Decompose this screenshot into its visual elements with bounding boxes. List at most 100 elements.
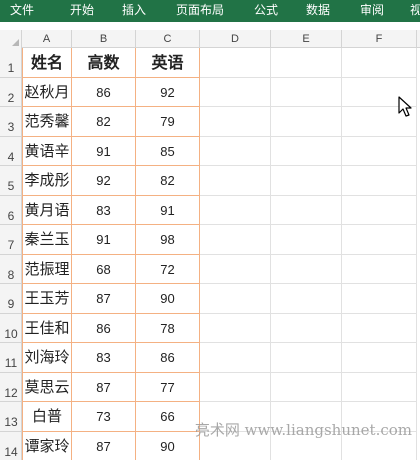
cell-a4[interactable]: 黄语辛	[22, 136, 72, 166]
cell-e10[interactable]	[271, 313, 342, 343]
ribbon-tab[interactable]: 开始	[70, 0, 94, 22]
select-all-corner[interactable]	[0, 30, 22, 48]
cell-f11[interactable]	[342, 343, 417, 373]
ribbon-tab[interactable]: 公式	[254, 0, 278, 22]
cell-e4[interactable]	[271, 136, 342, 166]
cell-c6[interactable]: 91	[136, 195, 200, 225]
cell-c13[interactable]: 66	[136, 402, 200, 432]
row-header-1[interactable]: 1	[0, 48, 22, 78]
row-header-8[interactable]: 8	[0, 255, 22, 284]
row-header-2[interactable]: 2	[0, 78, 22, 107]
cell-c2[interactable]: 92	[136, 77, 200, 107]
cell-d10[interactable]	[200, 313, 271, 343]
cell-a3[interactable]: 范秀馨	[22, 107, 72, 137]
cell-a5[interactable]: 李成彤	[22, 166, 72, 196]
cell-a14[interactable]: 谭家玲	[22, 431, 72, 460]
cell-f5[interactable]	[342, 166, 417, 196]
cell-a8[interactable]: 范振理	[22, 254, 72, 284]
cell-c5[interactable]: 82	[136, 166, 200, 196]
cell-d6[interactable]	[200, 195, 271, 225]
cell-d1[interactable]	[200, 48, 271, 78]
cell-f7[interactable]	[342, 225, 417, 255]
cell-d11[interactable]	[200, 343, 271, 373]
cell-c11[interactable]: 86	[136, 343, 200, 373]
cell-a2[interactable]: 赵秋月	[22, 77, 72, 107]
cell-c8[interactable]: 72	[136, 254, 200, 284]
cell-d9[interactable]	[200, 284, 271, 314]
column-header-b[interactable]: B	[72, 30, 136, 48]
ribbon-tab[interactable]: 视	[410, 0, 420, 22]
column-header-e[interactable]: E	[271, 30, 342, 48]
cell-f1[interactable]	[342, 48, 417, 78]
column-header-f[interactable]: F	[342, 30, 417, 48]
cell-e9[interactable]	[271, 284, 342, 314]
cell-b5[interactable]: 92	[72, 166, 136, 196]
cell-c3[interactable]: 79	[136, 107, 200, 137]
cell-d7[interactable]	[200, 225, 271, 255]
cell-d4[interactable]	[200, 136, 271, 166]
ribbon-tab[interactable]: 插入	[122, 0, 146, 22]
cell-f6[interactable]	[342, 195, 417, 225]
cell-b12[interactable]: 87	[72, 372, 136, 402]
row-header-4[interactable]: 4	[0, 137, 22, 166]
cell-e7[interactable]	[271, 225, 342, 255]
cell-b4[interactable]: 91	[72, 136, 136, 166]
ribbon-tab[interactable]: 文件	[10, 0, 34, 22]
column-header-a[interactable]: A	[22, 30, 72, 48]
cell-a1[interactable]: 姓名	[22, 48, 72, 78]
cell-c10[interactable]: 78	[136, 313, 200, 343]
cell-b9[interactable]: 87	[72, 284, 136, 314]
cell-c12[interactable]: 77	[136, 372, 200, 402]
cell-b2[interactable]: 86	[72, 77, 136, 107]
cell-f4[interactable]	[342, 136, 417, 166]
cell-c7[interactable]: 98	[136, 225, 200, 255]
cell-c4[interactable]: 85	[136, 136, 200, 166]
cell-e6[interactable]	[271, 195, 342, 225]
column-header-d[interactable]: D	[200, 30, 271, 48]
cell-c14[interactable]: 90	[136, 431, 200, 460]
cell-c1[interactable]: 英语	[136, 48, 200, 78]
cell-b8[interactable]: 68	[72, 254, 136, 284]
ribbon-tab[interactable]: 页面布局	[176, 0, 224, 22]
cell-f9[interactable]	[342, 284, 417, 314]
column-header-c[interactable]: C	[136, 30, 200, 48]
cell-f10[interactable]	[342, 313, 417, 343]
row-header-3[interactable]: 3	[0, 107, 22, 137]
cell-d2[interactable]	[200, 77, 271, 107]
cell-f8[interactable]	[342, 254, 417, 284]
row-header-5[interactable]: 5	[0, 166, 22, 196]
cell-a10[interactable]: 王佳和	[22, 313, 72, 343]
cell-f12[interactable]	[342, 372, 417, 402]
cell-b3[interactable]: 82	[72, 107, 136, 137]
cell-e8[interactable]	[271, 254, 342, 284]
row-header-10[interactable]: 10	[0, 314, 22, 343]
row-header-13[interactable]: 13	[0, 402, 22, 432]
row-header-6[interactable]: 6	[0, 196, 22, 225]
cell-b14[interactable]: 87	[72, 431, 136, 460]
cell-b6[interactable]: 83	[72, 195, 136, 225]
cell-d5[interactable]	[200, 166, 271, 196]
cell-e11[interactable]	[271, 343, 342, 373]
cell-a9[interactable]: 王玉芳	[22, 284, 72, 314]
ribbon-tab[interactable]: 审阅	[360, 0, 384, 22]
cell-a7[interactable]: 秦兰玉	[22, 225, 72, 255]
row-header-7[interactable]: 7	[0, 225, 22, 255]
cell-e5[interactable]	[271, 166, 342, 196]
cell-d3[interactable]	[200, 107, 271, 137]
cell-a11[interactable]: 刘海玲	[22, 343, 72, 373]
row-header-9[interactable]: 9	[0, 284, 22, 314]
cell-a6[interactable]: 黄月语	[22, 195, 72, 225]
ribbon-tab[interactable]: 数据	[306, 0, 330, 22]
cell-e1[interactable]	[271, 48, 342, 78]
cell-b7[interactable]: 91	[72, 225, 136, 255]
cell-d12[interactable]	[200, 372, 271, 402]
cell-a13[interactable]: 白普	[22, 402, 72, 432]
cell-d8[interactable]	[200, 254, 271, 284]
row-header-12[interactable]: 12	[0, 373, 22, 402]
cell-c9[interactable]: 90	[136, 284, 200, 314]
cell-b13[interactable]: 73	[72, 402, 136, 432]
cell-b10[interactable]: 86	[72, 313, 136, 343]
cell-b1[interactable]: 高数	[72, 48, 136, 78]
cell-e2[interactable]	[271, 77, 342, 107]
cell-a12[interactable]: 莫思云	[22, 372, 72, 402]
